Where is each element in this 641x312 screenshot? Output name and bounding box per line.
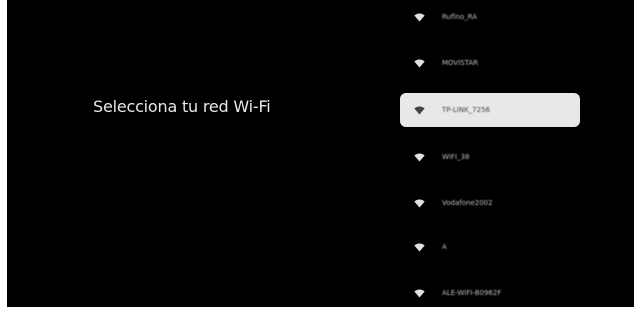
- wifi-network-item[interactable]: MOVISTAR: [400, 47, 580, 79]
- wifi-icon: [414, 58, 425, 69]
- wifi-icon: [414, 152, 425, 163]
- wifi-network-item[interactable]: Vodafone2002: [400, 187, 580, 219]
- wifi-network-name: A: [442, 243, 447, 251]
- wifi-icon: [414, 12, 425, 23]
- wifi-icon: [414, 242, 425, 253]
- wifi-network-name: WIFI_38: [442, 153, 470, 161]
- page-title: Selecciona tu red Wi-Fi: [93, 97, 271, 116]
- wifi-network-name: Rufino_RA: [442, 13, 477, 21]
- wifi-network-item[interactable]: Rufino_RA: [400, 1, 580, 33]
- wifi-setup-screen: Selecciona tu red Wi-Fi Rufino_RA MOVIST…: [7, 0, 634, 307]
- wifi-network-name: Vodafone2002: [442, 199, 493, 207]
- wifi-icon: [414, 105, 425, 116]
- wifi-icon: [414, 288, 425, 299]
- wifi-network-name: TP-LINK_7256: [442, 106, 490, 114]
- wifi-network-item[interactable]: WIFI_38: [400, 141, 580, 173]
- wifi-network-name: ALE-WIFI-B0962F: [442, 289, 502, 297]
- wifi-network-item[interactable]: A: [400, 231, 580, 263]
- wifi-network-item[interactable]: ALE-WIFI-B0962F: [400, 277, 580, 307]
- wifi-network-item-selected[interactable]: TP-LINK_7256: [400, 93, 580, 127]
- wifi-icon: [414, 198, 425, 209]
- wifi-network-name: MOVISTAR: [442, 59, 479, 67]
- wifi-network-list: Rufino_RA MOVISTAR TP-LINK_7256 WIFI_38 …: [400, 0, 580, 307]
